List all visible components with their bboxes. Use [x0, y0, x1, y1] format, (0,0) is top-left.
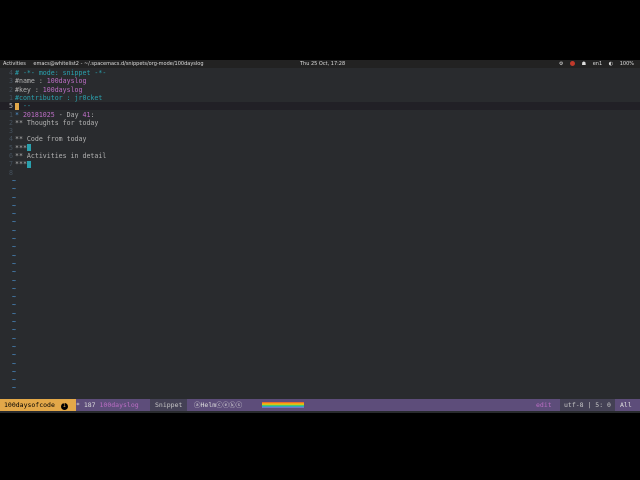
major-mode[interactable]: Snippet — [150, 399, 188, 411]
empty-line-marker: ~ — [12, 367, 16, 376]
empty-line-marker: ~ — [12, 235, 16, 243]
empty-line-marker: ~ — [12, 268, 16, 277]
buffer-name: 100dayslog — [99, 401, 139, 409]
buffer-position: All — [620, 401, 632, 409]
empty-line-marker: ~ — [12, 342, 16, 351]
line-text: ** Code from today — [15, 135, 87, 144]
line-text: *** — [15, 144, 31, 152]
record-icon[interactable] — [570, 61, 576, 66]
empty-line-marker: ~ — [12, 276, 16, 285]
modeline: 100daysofcode 1 * 187 100dayslog Snippet… — [0, 399, 640, 411]
battery-label[interactable]: 100% — [620, 61, 634, 67]
snippet-field-marker — [26, 160, 31, 168]
empty-line-marker: ~ — [12, 359, 16, 368]
line-number: 8 — [9, 168, 13, 177]
empty-line-marker: ~ — [12, 251, 16, 260]
workspace-segment[interactable]: 100daysofcode 1 — [0, 399, 76, 411]
empty-line-marker: ~ — [12, 226, 16, 235]
line-number: 7 — [9, 160, 13, 169]
lang-indicator[interactable]: en1 — [593, 61, 602, 67]
volume-icon[interactable]: ◐ — [609, 61, 613, 67]
line-number: 5 — [9, 102, 13, 111]
system-topbar: Activities emacs@whitelist2 - ~/.spacema… — [0, 60, 640, 68]
empty-line-marker: ~ — [12, 218, 16, 227]
line-number: 4 — [9, 69, 13, 77]
screen: Activities emacs@whitelist2 - ~/.spacema… — [0, 60, 640, 413]
empty-line-marker: ~ — [12, 185, 16, 194]
line-text: * 20181025 - Day 41: — [15, 110, 95, 119]
editor-line[interactable]: 8 — [0, 169, 640, 177]
line-number: 2 — [9, 118, 13, 127]
editor-line[interactable]: 1 #contributor : jr0cket — [0, 94, 640, 102]
line-text: ** Activities in detail — [15, 152, 107, 160]
buffer-segment: * 187 100dayslog — [76, 399, 139, 411]
settings-icon[interactable]: ⚙ — [559, 61, 563, 67]
editor-line[interactable]: 5 *** — [0, 144, 640, 152]
line-text: ** Thoughts for today — [15, 118, 99, 127]
line-number: 3 — [9, 77, 13, 86]
line-number: 5 — [9, 143, 13, 152]
modified-indicator: * — [76, 401, 80, 409]
editor-line[interactable]: 2 ** Thoughts for today — [0, 119, 640, 127]
line-text: #name : 100dayslog — [15, 77, 87, 86]
clock[interactable]: Thu 25 Oct, 17:28 — [300, 60, 345, 68]
buffer-size: 187 — [83, 401, 96, 409]
editor-line[interactable]: 5 -- — [0, 102, 640, 111]
editor-line[interactable]: 7 *** — [0, 160, 640, 168]
editor-line[interactable]: 4 # -*- mode: snippet -*- — [0, 69, 640, 77]
empty-line-marker: ~ — [12, 301, 16, 310]
editor-line[interactable]: 6 ** Activities in detail — [0, 152, 640, 160]
editor-line[interactable]: 4 ** Code from today — [0, 135, 640, 143]
empty-line-marker: ~ — [12, 318, 16, 326]
line-number: 6 — [9, 152, 13, 160]
empty-line-marker: ~ — [12, 284, 16, 293]
empty-line-marker: ~ — [12, 243, 16, 252]
nyan-progress-bar — [262, 402, 304, 408]
empty-line-marker: ~ — [12, 201, 16, 210]
empty-line-marker: ~ — [12, 193, 16, 202]
editor-line[interactable]: 1 * 20181025 - Day 41: — [0, 111, 640, 119]
editor-line[interactable]: 3 #name : 100dayslog — [0, 77, 640, 85]
empty-line-marker: ~ — [12, 309, 16, 318]
empty-line-marker: ~ — [12, 259, 16, 268]
line-text: #contributor : jr0cket — [15, 93, 103, 102]
minor-modes[interactable]: ⓐHelmⓒⓔⓚⓢ — [194, 399, 242, 411]
empty-line-marker: ~ — [12, 351, 16, 360]
network-icon[interactable]: ☗ — [582, 61, 586, 67]
line-text: *** — [15, 160, 31, 168]
empty-line-marker: ~ — [12, 384, 16, 393]
empty-line-marker: ~ — [12, 176, 16, 185]
line-text: #key : 100dayslog — [15, 85, 83, 94]
editor-line[interactable]: 2 #key : 100dayslog — [0, 86, 640, 94]
workspace-number: 1 — [60, 403, 68, 410]
line-text: # -*- mode: snippet -*- — [15, 69, 107, 77]
workspace-name: 100daysofcode — [4, 401, 55, 409]
empty-line-marker: ~ — [12, 334, 16, 343]
line-number: 4 — [9, 135, 13, 144]
system-tray[interactable]: ⚙ ☗ en1 ◐ 100% — [554, 60, 634, 68]
editor-buffer[interactable]: 4 # -*- mode: snippet -*- 3 #name : 100days… — [0, 69, 640, 398]
activities-button[interactable]: Activities — [3, 61, 26, 67]
line-number: 2 — [9, 85, 13, 94]
empty-line-marker: ~ — [12, 326, 16, 335]
snippet-field-marker — [26, 144, 31, 152]
app-title[interactable]: emacs@whitelist2 - ~/.spacemacs.d/snippe… — [33, 61, 203, 67]
line-text: -- — [15, 102, 31, 110]
line-number: 3 — [9, 127, 13, 136]
line-number: 1 — [9, 110, 13, 119]
empty-line-marker: ~ — [12, 293, 16, 302]
empty-line-marker: ~ — [12, 376, 16, 385]
evil-state: edit — [536, 401, 552, 409]
empty-line-marker: ~ — [12, 210, 16, 219]
line-number: 1 — [9, 93, 13, 102]
encoding-position: utf-8 | 5: 0 — [560, 399, 615, 411]
editor-line[interactable]: 3 — [0, 127, 640, 135]
